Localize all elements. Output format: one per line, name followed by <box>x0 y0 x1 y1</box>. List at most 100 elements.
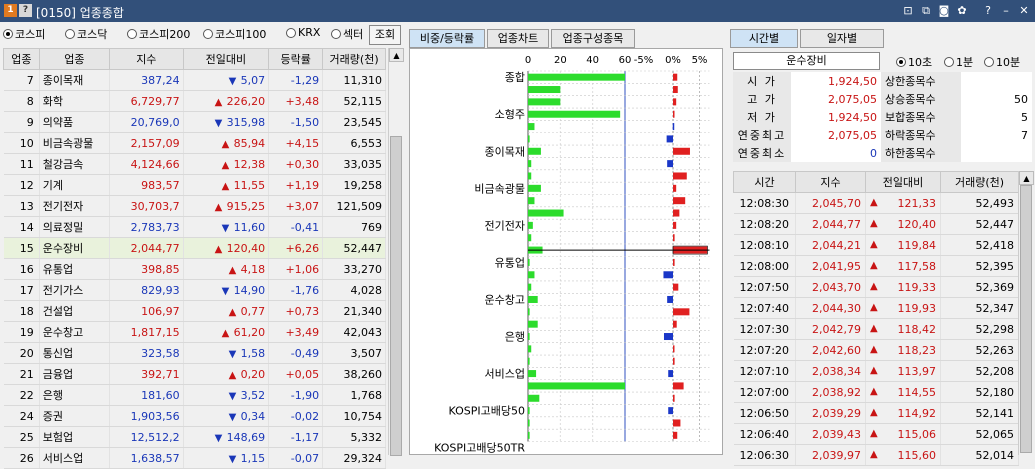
table-row[interactable]: 25 보험업 12,512,2 ▼ 148,69 -1,17 5,332 <box>3 426 386 448</box>
table-row[interactable]: 12:06:40 2,039,43 ▲ 115,06 52,065 <box>733 423 1019 445</box>
table-row[interactable]: 12:08:10 2,044,21 ▲ 119,84 52,418 <box>733 234 1019 256</box>
row-time: 12:08:10 <box>733 234 796 256</box>
tab-sector-stocks[interactable]: 업종구성종목 <box>551 29 635 48</box>
table-row[interactable]: 12:07:20 2,042,60 ▲ 118,23 52,263 <box>733 339 1019 361</box>
scrollbar-thumb[interactable] <box>390 136 402 456</box>
table-row[interactable]: 17 전기가스 829,93 ▼ 14,90 -1,76 4,028 <box>3 279 386 301</box>
table-row[interactable]: 15 운수장비 2,044,77 ▲ 120,40 +6,26 52,447 <box>3 237 386 259</box>
table-row[interactable]: 12:06:50 2,039,29 ▲ 114,92 52,141 <box>733 402 1019 424</box>
scroll-up-icon[interactable]: ▲ <box>389 48 404 62</box>
interval-radio-option[interactable]: 10분 <box>984 54 1020 70</box>
table-row[interactable]: 24 증권 1,903,56 ▼ 0,34 -0,02 10,754 <box>3 405 386 427</box>
table-row[interactable]: 18 건설업 106,97 ▲ 0,77 +0,73 21,340 <box>3 300 386 322</box>
table-row[interactable]: 12:07:10 2,038,34 ▲ 113,97 52,208 <box>733 360 1019 382</box>
time-table-scrollbar[interactable]: ▲ <box>1018 171 1034 455</box>
sector-index: 106,97 <box>109 300 184 322</box>
table-row[interactable]: 12:08:00 2,041,95 ▲ 117,58 52,395 <box>733 255 1019 277</box>
rate-tick-label: -5% <box>634 55 653 66</box>
table-row[interactable]: 12 기계 983,57 ▲ 11,55 +1,19 19,258 <box>3 174 386 196</box>
radio-dot[interactable] <box>331 29 341 39</box>
column-header[interactable]: 업종 <box>38 48 111 70</box>
table-row[interactable]: 19 운수창고 1,817,15 ▲ 61,20 +3,49 42,043 <box>3 321 386 343</box>
table-row[interactable]: 7 종이목재 387,24 ▼ 5,07 -1,29 11,310 <box>3 69 386 91</box>
scrollbar-thumb[interactable] <box>1020 185 1032 453</box>
sector-name-field[interactable]: 운수장비 <box>733 52 880 70</box>
radio-label: 코스피200 <box>139 28 191 41</box>
table-row[interactable]: 11 철강금속 4,124,66 ▲ 12,38 +0,30 33,035 <box>3 153 386 175</box>
market-radio-option[interactable]: 섹터 <box>331 26 363 42</box>
settings-icon[interactable]: ✿ <box>956 5 968 17</box>
radio-dot[interactable] <box>65 29 75 39</box>
column-header[interactable]: 거래량(천) <box>940 171 1019 193</box>
table-row[interactable]: 8 화학 6,729,77 ▲ 226,20 +3,48 52,115 <box>3 90 386 112</box>
scroll-up-icon[interactable]: ▲ <box>1019 171 1034 185</box>
change-value: 226,20 <box>226 94 266 108</box>
column-header[interactable]: 등락률 <box>268 48 324 70</box>
row-change: ▲ 118,42 <box>865 318 941 340</box>
radio-dot[interactable] <box>286 27 296 38</box>
row-volume: 52,298 <box>940 318 1019 340</box>
table-row[interactable]: 14 의료정밀 2,783,73 ▼ 11,60 -0,41 769 <box>3 216 386 238</box>
radio-dot[interactable] <box>127 29 137 39</box>
table-row[interactable]: 12:07:00 2,038,92 ▲ 114,55 52,180 <box>733 381 1019 403</box>
category-label: KOSPI고배당50TR <box>434 442 525 454</box>
table-row[interactable]: 12:07:40 2,044,30 ▲ 119,93 52,347 <box>733 297 1019 319</box>
change-rate-bar <box>673 86 678 94</box>
radio-dot[interactable] <box>984 57 994 67</box>
table-row[interactable]: 22 은행 181,60 ▼ 3,52 -1,90 1,768 <box>3 384 386 406</box>
tab-weight-rate[interactable]: 비중/등락률 <box>409 29 485 48</box>
column-header[interactable]: 지수 <box>109 48 184 70</box>
tab-by-date[interactable]: 일자별 <box>800 29 884 48</box>
radio-dot[interactable] <box>944 57 954 67</box>
help-icon[interactable]: ? <box>982 5 994 17</box>
sector-change: ▲ 915,25 <box>183 195 270 217</box>
table-row[interactable]: 21 금융업 392,71 ▲ 0,20 +0,05 38,260 <box>3 363 386 385</box>
table-row[interactable]: 10 비금속광물 2,157,09 ▲ 85,94 +4,15 6,553 <box>3 132 386 154</box>
tab-by-time[interactable]: 시간별 <box>730 29 798 48</box>
radio-dot[interactable] <box>3 29 13 39</box>
column-header[interactable]: 업종 <box>3 48 40 70</box>
close-icon[interactable]: ✕ <box>1018 5 1030 17</box>
sector-volume: 6,553 <box>322 132 386 154</box>
table-row[interactable]: 9 의약품 20,769,0 ▼ 315,98 -1,50 23,545 <box>3 111 386 133</box>
tab-sector-chart[interactable]: 업종차트 <box>487 29 549 48</box>
table-row[interactable]: 12:08:20 2,044,77 ▲ 120,40 52,447 <box>733 213 1019 235</box>
column-header[interactable]: 전일대비 <box>865 171 941 193</box>
copy-icon[interactable]: ⧉ <box>920 5 932 17</box>
table-row[interactable]: 20 통신업 323,58 ▼ 1,58 -0,49 3,507 <box>3 342 386 364</box>
help-badge[interactable]: ? <box>19 4 32 17</box>
sector-table-scrollbar[interactable]: ▲ <box>388 48 404 456</box>
sector-rate: +1,19 <box>268 174 324 196</box>
row-time: 12:08:20 <box>733 213 796 235</box>
market-radio-option[interactable]: KRX <box>286 26 320 39</box>
table-row[interactable]: 26 서비스업 1,638,57 ▼ 1,15 -0,07 29,324 <box>3 447 386 469</box>
table-row[interactable]: 16 유통업 398,85 ▲ 4,18 +1,06 33,270 <box>3 258 386 280</box>
market-radio-option[interactable]: 코스피 <box>3 26 45 42</box>
interval-radio-option[interactable]: 1분 <box>944 54 973 70</box>
market-radio-option[interactable]: 코스피100 <box>203 26 266 42</box>
column-header[interactable]: 지수 <box>795 171 866 193</box>
row-volume: 52,180 <box>940 381 1019 403</box>
table-row[interactable]: 12:07:50 2,043,70 ▲ 119,33 52,369 <box>733 276 1019 298</box>
market-radio-option[interactable]: 코스피200 <box>127 26 190 42</box>
table-row[interactable]: 13 전기전자 30,703,7 ▲ 915,25 +3,07 121,509 <box>3 195 386 217</box>
table-row[interactable]: 12:06:30 2,039,97 ▲ 115,60 52,014 <box>733 444 1019 466</box>
change-value: 0,20 <box>240 367 266 381</box>
market-radio-option[interactable]: 코스닥 <box>65 26 107 42</box>
radio-label: 코스피100 <box>215 28 267 41</box>
screenshot-icon[interactable]: ◙ <box>938 5 950 17</box>
minimize-icon[interactable]: – <box>1000 5 1012 17</box>
column-header[interactable]: 전일대비 <box>182 48 270 70</box>
info-count-value: 5 <box>961 108 1032 126</box>
column-header[interactable]: 거래량(천) <box>322 48 386 70</box>
radio-dot[interactable] <box>203 29 213 39</box>
table-row[interactable]: 12:07:30 2,042,79 ▲ 118,42 52,298 <box>733 318 1019 340</box>
table-row[interactable]: 12:08:30 2,045,70 ▲ 121,33 52,493 <box>733 192 1019 214</box>
column-header[interactable]: 시간 <box>733 171 796 193</box>
interval-radio-option[interactable]: 10초 <box>896 54 932 70</box>
window-pin-icon[interactable]: ⊡ <box>902 5 914 17</box>
query-button[interactable]: 조회 <box>369 25 401 45</box>
screen-number-badge[interactable]: 1 <box>4 4 17 17</box>
radio-dot[interactable] <box>896 57 906 67</box>
sector-name: 운수장비 <box>39 237 111 259</box>
